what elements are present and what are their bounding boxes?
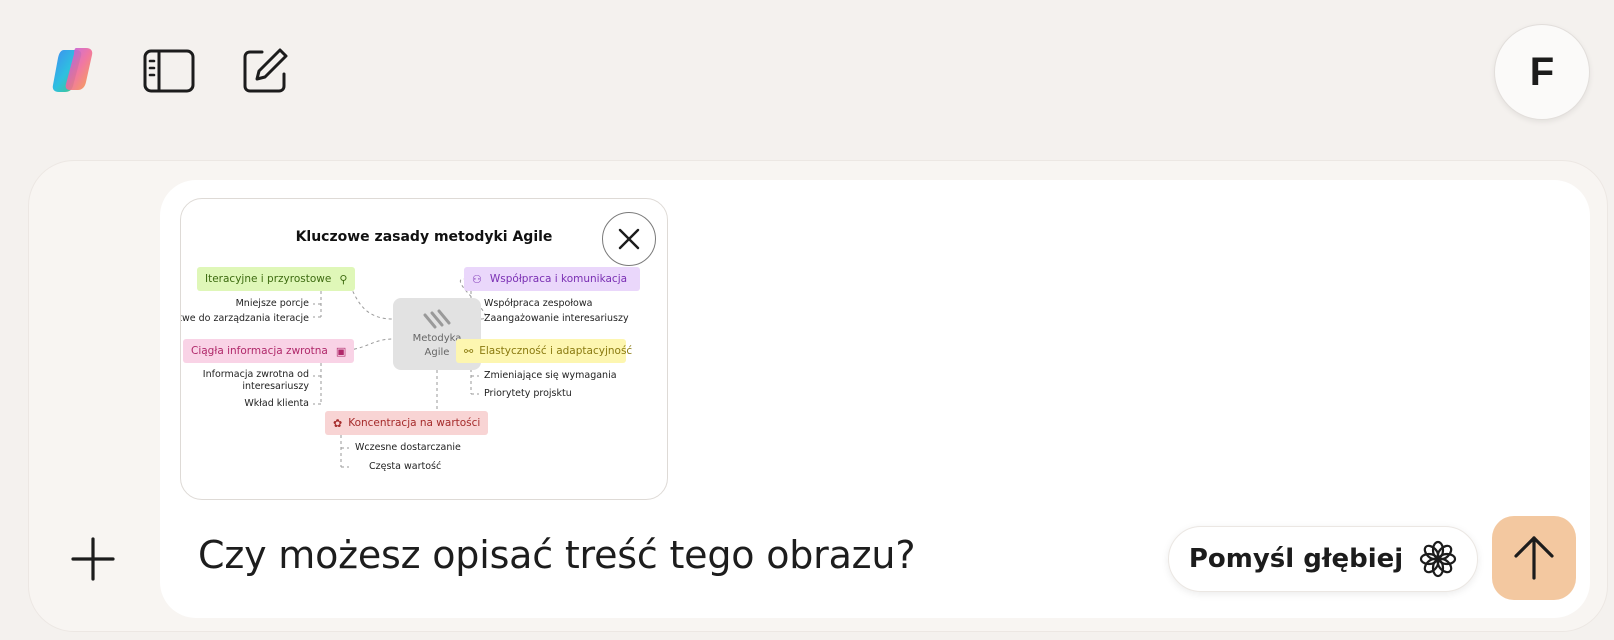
branch-label: Współpraca i komunikacja bbox=[489, 273, 628, 285]
branch-iteracyjne: Iteracyjne i przyrostowe ⚲ bbox=[197, 267, 356, 291]
leaf-wspolpraca-zespolowa: Współpraca zespołowa bbox=[484, 298, 593, 309]
leaf-zmieniajace-wymagania: Zmieniające się wymagania bbox=[484, 370, 617, 381]
think-deeper-label: Pomyśl głębiej bbox=[1188, 544, 1404, 574]
branch-label: Koncentracja na wartości bbox=[348, 417, 481, 429]
send-button[interactable] bbox=[1492, 516, 1576, 600]
feedback-icon: ▣ bbox=[335, 344, 347, 358]
leaf-wczesne-dostarczanie: Wczesne dostarczanie bbox=[355, 442, 461, 453]
think-deeper-button[interactable]: Pomyśl głębiej bbox=[1168, 526, 1478, 592]
leaf-zaangazowanie: Zaangażowanie interesariuszy bbox=[484, 313, 629, 324]
leaf-informacja-zwrotna: Informacja zwrotna od bbox=[202, 369, 309, 380]
leaf-wklad-klienta: Wkład klienta bbox=[244, 398, 309, 409]
value-icon: ✿ bbox=[333, 416, 343, 430]
branch-label: Iteracyjne i przyrostowe bbox=[205, 273, 332, 285]
leaf-mniejsze-porcje: Mniejsze porcje bbox=[235, 298, 309, 309]
prompt-input[interactable]: Czy możesz opisać treść tego obrazu? bbox=[198, 533, 915, 577]
branch-elastycznosc: ⚯ Elastyczność i adaptacyjność bbox=[456, 339, 632, 363]
adapt-icon: ⚯ bbox=[464, 344, 474, 358]
plus-icon bbox=[71, 537, 115, 581]
branch-wspolpraca: ⚇ Współpraca i komunikacja bbox=[464, 267, 640, 291]
sidebar-toggle-icon bbox=[143, 49, 195, 93]
attached-image-thumbnail[interactable]: Kluczowe zasady metodyki Agile Metodyka … bbox=[180, 198, 668, 500]
user-avatar[interactable]: F bbox=[1494, 24, 1590, 120]
leaf-latwe-iteracje: Łatwe do zarządzania iteracje bbox=[180, 313, 309, 324]
branch-ciagla-informacja: Ciągła informacja zwrotna ▣ bbox=[183, 339, 355, 363]
sidebar-toggle-button[interactable] bbox=[140, 44, 198, 98]
flower-icon bbox=[1420, 540, 1457, 578]
branch-label: Ciągła informacja zwrotna bbox=[191, 345, 328, 357]
people-icon: ⚇ bbox=[472, 272, 482, 286]
new-chat-icon bbox=[243, 48, 288, 93]
arrow-up-icon bbox=[1514, 536, 1554, 580]
attach-button[interactable] bbox=[66, 532, 120, 586]
tag-icon: ⚲ bbox=[339, 272, 348, 286]
copilot-logo-icon[interactable] bbox=[50, 46, 100, 94]
leaf-priorytety: Priorytety projsktu bbox=[484, 388, 572, 399]
remove-attachment-button[interactable] bbox=[602, 212, 656, 266]
mindmap-center-line1: Metodyka bbox=[412, 333, 462, 344]
new-chat-button[interactable] bbox=[236, 44, 294, 98]
top-bar: F bbox=[0, 0, 1614, 150]
branch-label: Elastyczność i adaptacyjność bbox=[479, 345, 633, 357]
leaf-interesariuszy: interesariuszy bbox=[242, 381, 309, 392]
leaf-czesta-wartosc: Częsta wartość bbox=[369, 461, 442, 472]
mindmap-center-line2: Agile bbox=[424, 347, 450, 358]
close-icon bbox=[618, 228, 640, 250]
agile-stack-icon bbox=[423, 309, 451, 329]
branch-koncentracja: ✿ Koncentracja na wartości bbox=[325, 411, 489, 435]
